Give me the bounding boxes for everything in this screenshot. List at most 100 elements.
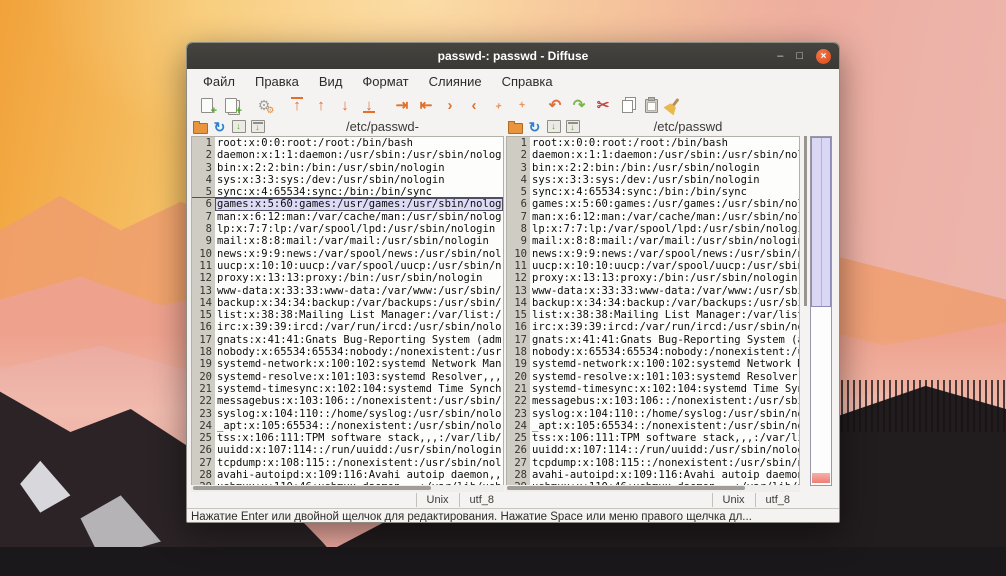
- code-line[interactable]: 2daemon:x:1:1:daemon:/usr/sbin:/usr/sbin…: [192, 149, 503, 161]
- diff-map-scrollbar[interactable]: [810, 136, 832, 486]
- code-line[interactable]: 10news:x:9:9:news:/var/spool/news:/usr/s…: [507, 248, 799, 260]
- cut-button[interactable]: ✂: [591, 94, 615, 116]
- merge-from-left-button[interactable]: ›: [438, 94, 462, 116]
- code-line[interactable]: 20systemd-resolve:x:101:103:systemd Reso…: [192, 371, 503, 383]
- titlebar[interactable]: passwd-: passwd - Diffuse – □ ×: [187, 43, 839, 69]
- code-line[interactable]: 14backup:x:34:34:backup:/var/backups:/us…: [192, 297, 503, 309]
- code-line[interactable]: 17gnats:x:41:41:Gnats Bug-Reporting Syst…: [192, 334, 503, 346]
- next-difference-button[interactable]: ↓: [333, 94, 357, 116]
- code-line[interactable]: 12proxy:x:13:13:proxy:/bin:/usr/sbin/nol…: [192, 272, 503, 284]
- code-line[interactable]: 13www-data:x:33:33:www-data:/var/www:/us…: [192, 285, 503, 297]
- code-line[interactable]: 11uucp:x:10:10:uucp:/var/spool/uucp:/usr…: [192, 260, 503, 272]
- horizontal-scrollbar[interactable]: [191, 485, 504, 492]
- code-line[interactable]: 28avahi-autoipd:x:109:116:Avahi autoip d…: [507, 469, 799, 481]
- merge-from-right-button[interactable]: ‹: [462, 94, 486, 116]
- redo-button[interactable]: ↷: [567, 94, 591, 116]
- new-3way-file-merge-button[interactable]: [219, 94, 243, 116]
- code-line[interactable]: 21systemd-timesync:x:102:104:systemd Tim…: [192, 383, 503, 395]
- menu-справка[interactable]: Справка: [492, 71, 563, 92]
- horizontal-scrollbar-thumb[interactable]: [507, 486, 745, 490]
- code-line[interactable]: 7man:x:6:12:man:/var/cache/man:/usr/sbin…: [507, 211, 799, 223]
- code-line[interactable]: 27tcpdump:x:108:115::/nonexistent:/usr/s…: [507, 457, 799, 469]
- code-line[interactable]: 15list:x:38:38:Mailing List Manager:/var…: [192, 309, 503, 321]
- code-line[interactable]: 2daemon:x:1:1:daemon:/usr/sbin:/usr/sbin…: [507, 149, 799, 161]
- code-line[interactable]: 26uuidd:x:107:114::/run/uuidd:/usr/sbin/…: [192, 444, 503, 456]
- open-file-button[interactable]: [193, 119, 208, 134]
- minimize-button[interactable]: –: [777, 51, 783, 62]
- code-line[interactable]: 16irc:x:39:39:ircd:/var/run/ircd:/usr/sb…: [507, 321, 799, 333]
- reload-file-button[interactable]: ↻: [527, 119, 542, 134]
- code-line[interactable]: 5sync:x:4:65534:sync:/bin:/bin/sync: [192, 186, 503, 198]
- code-line[interactable]: 7man:x:6:12:man:/var/cache/man:/usr/sbin…: [192, 211, 503, 223]
- code-line[interactable]: 27tcpdump:x:108:115::/nonexistent:/usr/s…: [192, 457, 503, 469]
- code-line[interactable]: 4sys:x:3:3:sys:/dev:/usr/sbin/nologin: [507, 174, 799, 186]
- code-line[interactable]: 5sync:x:4:65534:sync:/bin:/bin/sync: [507, 186, 799, 198]
- code-line[interactable]: 22messagebus:x:103:106::/nonexistent:/us…: [507, 395, 799, 407]
- menu-правка[interactable]: Правка: [245, 71, 309, 92]
- realign-all-button[interactable]: ⚙: [252, 94, 276, 116]
- code-line[interactable]: 18nobody:x:65534:65534:nobody:/nonexiste…: [192, 346, 503, 358]
- code-line[interactable]: 3bin:x:2:2:bin:/bin:/usr/sbin/nologin: [507, 162, 799, 174]
- code-line[interactable]: 22messagebus:x:103:106::/nonexistent:/us…: [192, 395, 503, 407]
- code-line-selected[interactable]: 6games:x:5:60:games:/usr/games:/usr/sbin…: [192, 198, 503, 210]
- copy-selection-right-button[interactable]: ⇥: [390, 94, 414, 116]
- file-content[interactable]: 1root:x:0:0:root:/root:/bin/bash2daemon:…: [191, 136, 504, 485]
- maximize-button[interactable]: □: [796, 51, 803, 62]
- code-line[interactable]: 15list:x:38:38:Mailing List Manager:/var…: [507, 309, 799, 321]
- previous-difference-button[interactable]: ↑: [309, 94, 333, 116]
- copy-selection-left-button[interactable]: ⇤: [414, 94, 438, 116]
- code-line[interactable]: 16irc:x:39:39:ircd:/var/run/ircd:/usr/sb…: [192, 321, 503, 333]
- code-line[interactable]: 3bin:x:2:2:bin:/bin:/usr/sbin/nologin: [192, 162, 503, 174]
- code-line[interactable]: 21systemd-timesync:x:102:104:systemd Tim…: [507, 383, 799, 395]
- code-line[interactable]: 24_apt:x:105:65534::/nonexistent:/usr/sb…: [192, 420, 503, 432]
- menu-формат[interactable]: Формат: [352, 71, 418, 92]
- copy-button[interactable]: [615, 94, 639, 116]
- code-line[interactable]: 6games:x:5:60:games:/usr/games:/usr/sbin…: [507, 198, 799, 210]
- code-line[interactable]: 24_apt:x:105:65534::/nonexistent:/usr/sb…: [507, 420, 799, 432]
- code-line[interactable]: 23syslog:x:104:110::/home/syslog:/usr/sb…: [192, 408, 503, 420]
- code-line[interactable]: 13www-data:x:33:33:www-data:/var/www:/us…: [507, 285, 799, 297]
- file-content[interactable]: 1root:x:0:0:root:/root:/bin/bash2daemon:…: [506, 136, 800, 485]
- scrollbar-thumb[interactable]: [811, 137, 831, 307]
- code-line[interactable]: 26uuidd:x:107:114::/run/uuidd:/usr/sbin/…: [507, 444, 799, 456]
- menu-вид[interactable]: Вид: [309, 71, 353, 92]
- merge-from-right-then-left-button[interactable]: ›‹: [510, 94, 534, 116]
- code-line[interactable]: 11uucp:x:10:10:uucp:/var/spool/uucp:/usr…: [507, 260, 799, 272]
- code-line[interactable]: 9mail:x:8:8:mail:/var/mail:/usr/sbin/nol…: [192, 235, 503, 247]
- reload-file-button[interactable]: ↻: [212, 119, 227, 134]
- paste-button[interactable]: [639, 94, 663, 116]
- code-line[interactable]: 14backup:x:34:34:backup:/var/backups:/us…: [507, 297, 799, 309]
- undo-button[interactable]: ↶: [543, 94, 567, 116]
- merge-from-left-then-right-button[interactable]: ›‹: [486, 94, 510, 116]
- save-file-button[interactable]: [231, 119, 246, 134]
- code-line[interactable]: 17gnats:x:41:41:Gnats Bug-Reporting Syst…: [507, 334, 799, 346]
- last-difference-button[interactable]: ↓: [357, 94, 381, 116]
- code-line[interactable]: 20systemd-resolve:x:101:103:systemd Reso…: [507, 371, 799, 383]
- close-button[interactable]: ×: [816, 49, 831, 64]
- first-difference-button[interactable]: ↑: [285, 94, 309, 116]
- code-line[interactable]: 8lp:x:7:7:lp:/var/spool/lpd:/usr/sbin/no…: [507, 223, 799, 235]
- code-line[interactable]: 19systemd-network:x:100:102:systemd Netw…: [192, 358, 503, 370]
- code-line[interactable]: 19systemd-network:x:100:102:systemd Netw…: [507, 358, 799, 370]
- horizontal-scrollbar[interactable]: [506, 485, 800, 492]
- save-file-button[interactable]: [546, 119, 561, 134]
- code-line[interactable]: 28avahi-autoipd:x:109:116:Avahi autoip d…: [192, 469, 503, 481]
- code-line[interactable]: 1root:x:0:0:root:/root:/bin/bash: [192, 137, 503, 149]
- code-line[interactable]: 25tss:x:106:111:TPM software stack,,,:/v…: [507, 432, 799, 444]
- menu-слияние[interactable]: Слияние: [419, 71, 492, 92]
- code-line[interactable]: 1root:x:0:0:root:/root:/bin/bash: [507, 137, 799, 149]
- code-line[interactable]: 8lp:x:7:7:lp:/var/spool/lpd:/usr/sbin/no…: [192, 223, 503, 235]
- menu-файл[interactable]: Файл: [193, 71, 245, 92]
- new-2way-file-merge-button[interactable]: [195, 94, 219, 116]
- code-line[interactable]: 18nobody:x:65534:65534:nobody:/nonexiste…: [507, 346, 799, 358]
- horizontal-scrollbar-thumb[interactable]: [193, 486, 431, 490]
- open-file-button[interactable]: [508, 119, 523, 134]
- code-line[interactable]: 25tss:x:106:111:TPM software stack,,,:/v…: [192, 432, 503, 444]
- code-line[interactable]: 9mail:x:8:8:mail:/var/mail:/usr/sbin/nol…: [507, 235, 799, 247]
- pane-scroll-indicator[interactable]: [804, 136, 807, 306]
- code-line[interactable]: 4sys:x:3:3:sys:/dev:/usr/sbin/nologin: [192, 174, 503, 186]
- code-line[interactable]: 23syslog:x:104:110::/home/syslog:/usr/sb…: [507, 408, 799, 420]
- clear-edits-button[interactable]: [663, 94, 687, 116]
- code-line[interactable]: 10news:x:9:9:news:/var/spool/news:/usr/s…: [192, 248, 503, 260]
- code-line[interactable]: 12proxy:x:13:13:proxy:/bin:/usr/sbin/nol…: [507, 272, 799, 284]
